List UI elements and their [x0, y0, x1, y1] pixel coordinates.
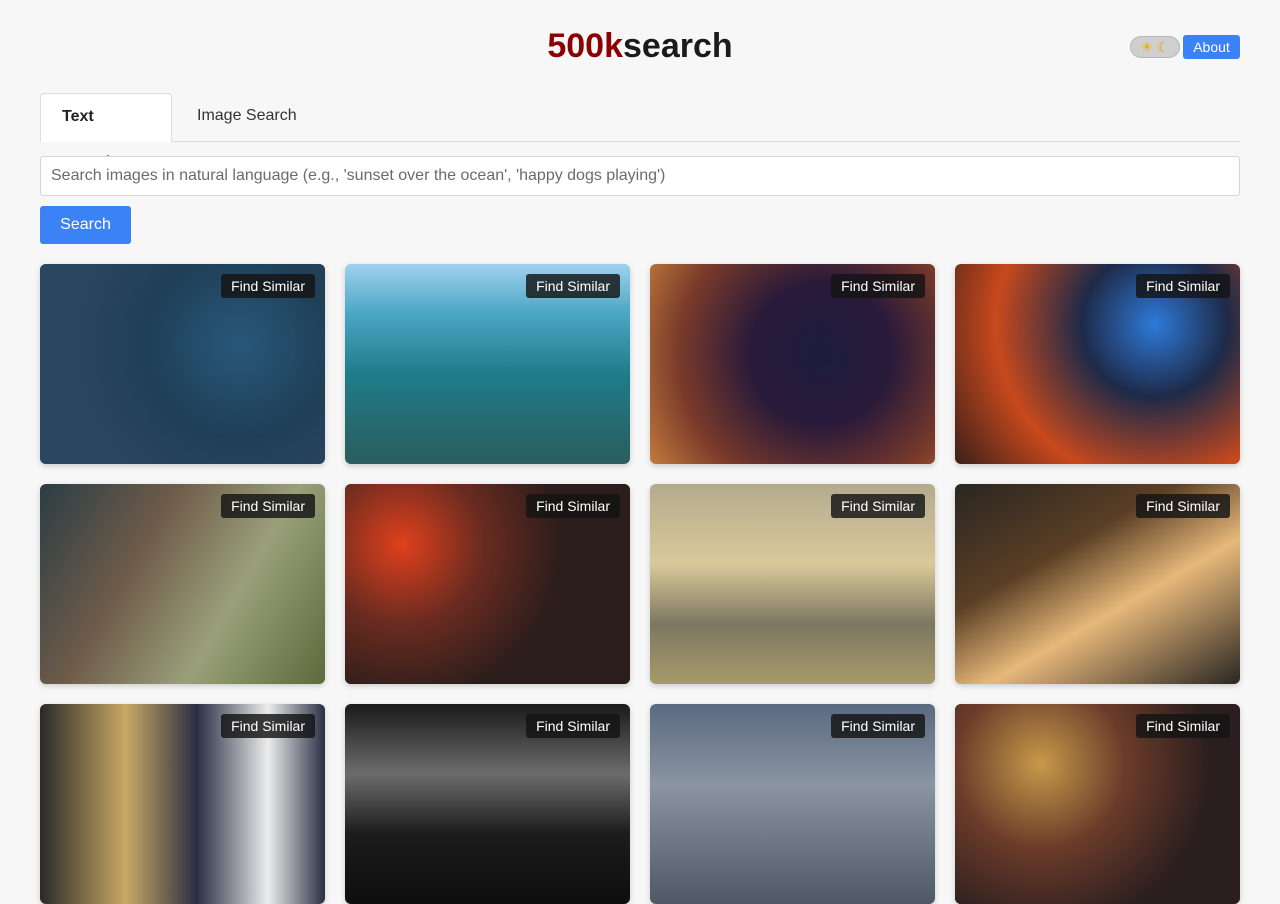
result-card[interactable]: Find Similar	[650, 704, 935, 904]
result-card[interactable]: Find Similar	[40, 704, 325, 904]
result-card[interactable]: Find Similar	[650, 484, 935, 684]
tab-image-search[interactable]: Image Search	[176, 93, 318, 141]
search-input[interactable]	[40, 156, 1240, 196]
find-similar-button[interactable]: Find Similar	[1136, 714, 1230, 738]
logo-rest: search	[623, 27, 733, 65]
theme-toggle[interactable]: ☀ ☾	[1130, 36, 1180, 58]
result-card[interactable]: Find Similar	[650, 264, 935, 464]
search-button[interactable]: Search	[40, 206, 131, 244]
tab-text-search[interactable]: Text Search	[40, 93, 172, 171]
find-similar-button[interactable]: Find Similar	[831, 274, 925, 298]
result-card[interactable]: Find Similar	[955, 484, 1240, 684]
find-similar-button[interactable]: Find Similar	[221, 274, 315, 298]
find-similar-button[interactable]: Find Similar	[526, 494, 620, 518]
result-card[interactable]: Find Similar	[955, 704, 1240, 904]
result-card[interactable]: Find Similar	[345, 484, 630, 684]
find-similar-button[interactable]: Find Similar	[526, 274, 620, 298]
site-logo[interactable]: 500ksearch	[0, 26, 1280, 66]
find-similar-button[interactable]: Find Similar	[221, 494, 315, 518]
moon-icon: ☾	[1157, 39, 1170, 55]
result-card[interactable]: Find Similar	[40, 264, 325, 464]
result-card[interactable]: Find Similar	[345, 264, 630, 464]
header: 500ksearch ☀ ☾ About	[0, 0, 1280, 94]
result-card[interactable]: Find Similar	[40, 484, 325, 684]
result-card[interactable]: Find Similar	[955, 264, 1240, 464]
about-button[interactable]: About	[1183, 35, 1240, 59]
search-tabs: Text Search Image Search	[40, 93, 1240, 171]
logo-brand: 500k	[547, 27, 623, 65]
find-similar-button[interactable]: Find Similar	[831, 494, 925, 518]
find-similar-button[interactable]: Find Similar	[1136, 494, 1230, 518]
find-similar-button[interactable]: Find Similar	[526, 714, 620, 738]
result-card[interactable]: Find Similar	[345, 704, 630, 904]
find-similar-button[interactable]: Find Similar	[831, 714, 925, 738]
find-similar-button[interactable]: Find Similar	[1136, 274, 1230, 298]
sun-icon: ☀	[1140, 39, 1153, 55]
find-similar-button[interactable]: Find Similar	[221, 714, 315, 738]
